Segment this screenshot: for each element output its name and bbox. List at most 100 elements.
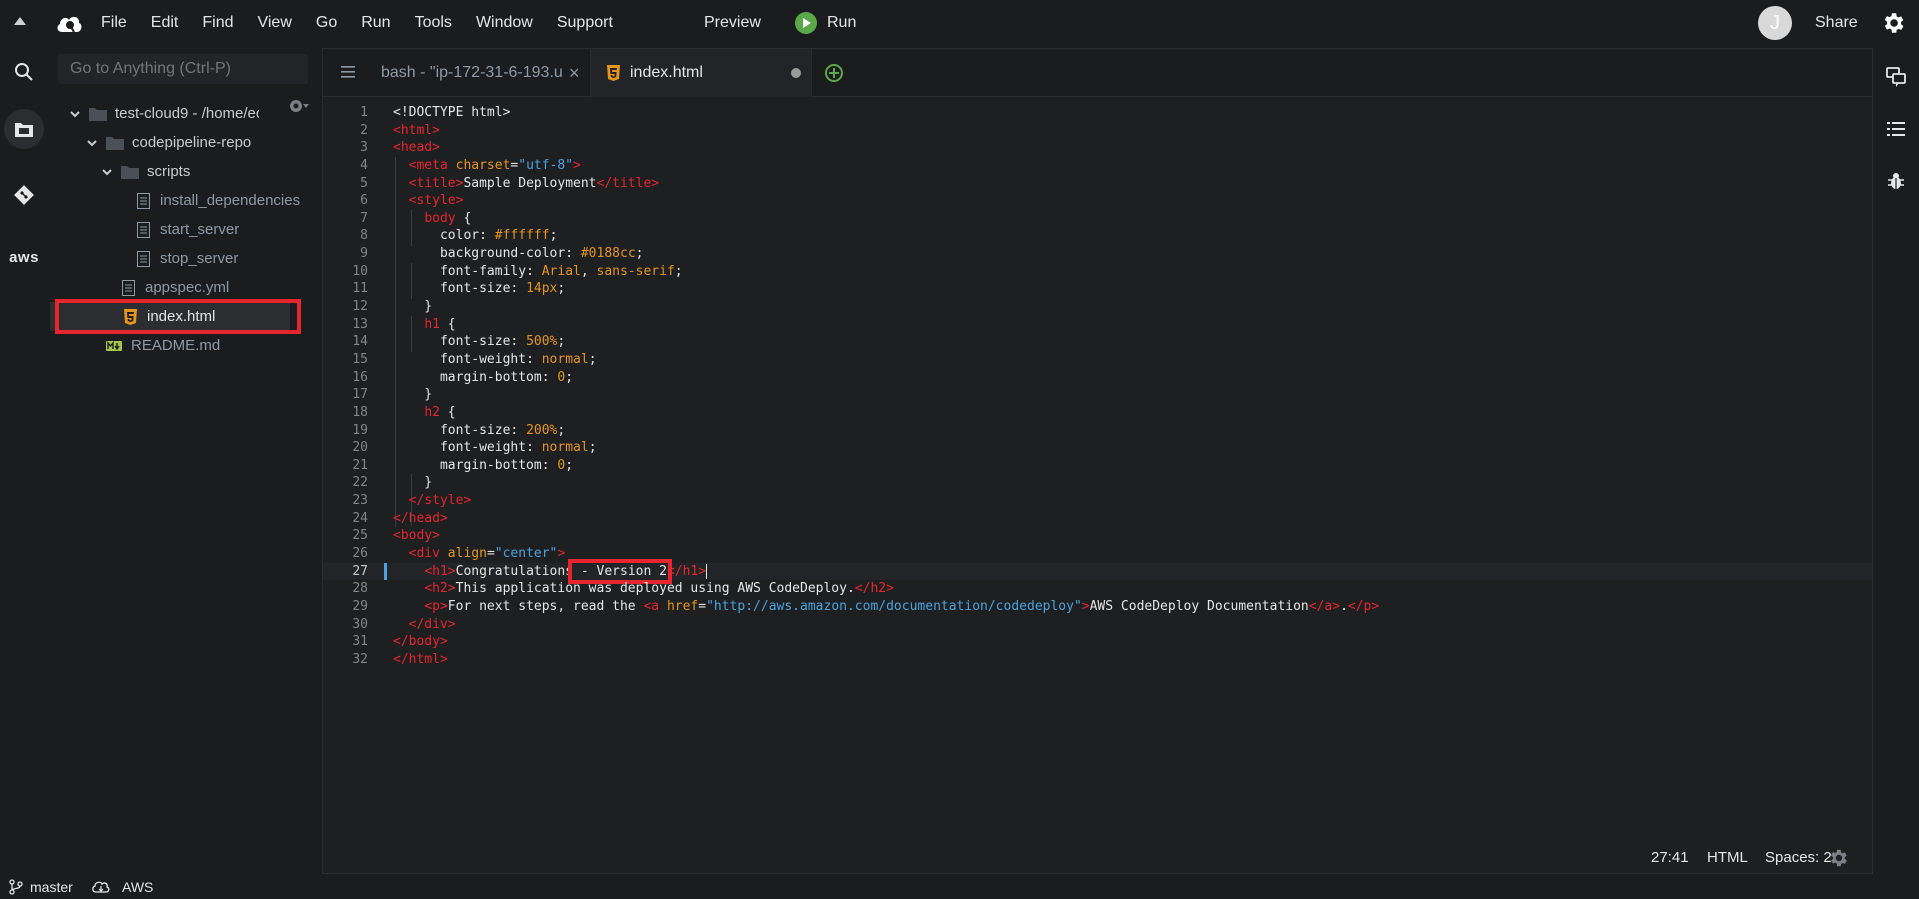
close-tab-icon[interactable]: ×	[569, 63, 580, 84]
tree-file-label: stop_server	[160, 250, 239, 267]
code-line: 7 body {	[360, 210, 472, 226]
code-line: 19 font-size: 200%;	[352, 422, 566, 438]
branch-name: master	[30, 879, 73, 895]
tree-file-label: start_server	[160, 221, 240, 238]
tree-file-start-server[interactable]: start_server	[134, 215, 239, 244]
menu-bar: File Edit Find View Go Run Tools Window …	[0, 0, 1919, 46]
code-line-current: 27 <h1>Congratulations - Version 2</h1>	[323, 558, 1872, 584]
menu-go[interactable]: Go	[316, 14, 337, 32]
html5-file-icon	[607, 65, 620, 81]
menu-edit[interactable]: Edit	[151, 14, 179, 32]
aws-rail-button[interactable]: aws	[4, 237, 44, 277]
code-line: 1 <!DOCTYPE html>	[360, 105, 511, 120]
cursor-position[interactable]: 27:41	[1651, 849, 1689, 866]
menu-file[interactable]: File	[101, 14, 127, 32]
tree-folder-label: codepipeline-repo	[132, 134, 252, 151]
tree-file-label: install_dependencies	[160, 192, 301, 209]
code-line: 10 font-family: Arial, sans-serif;	[352, 263, 683, 279]
source-control-rail-button[interactable]	[4, 175, 44, 215]
editor-settings-gear-icon[interactable]	[1827, 847, 1849, 869]
code-line: 15 font-weight: normal;	[352, 351, 597, 367]
environment-rail-button[interactable]	[4, 109, 44, 149]
code-line: 17 }	[352, 387, 433, 403]
code-line: 4 <meta charset="utf-8">	[360, 157, 581, 173]
tree-file-appspec[interactable]: appspec.yml	[119, 273, 229, 302]
code-line: 29 <p>For next steps, read the <a href="…	[352, 598, 1380, 614]
collaborate-chat-icon[interactable]	[1885, 66, 1907, 88]
tree-file-label: appspec.yml	[145, 279, 230, 296]
user-avatar[interactable]: J	[1758, 6, 1792, 40]
outline-list-icon[interactable]	[1885, 118, 1907, 140]
tree-file-install-dependencies[interactable]: install_dependencies	[134, 186, 300, 215]
indent-setting[interactable]: Spaces: 2	[1765, 849, 1832, 866]
add-tab-icon[interactable]	[825, 64, 843, 82]
code-line: 18 h2 {	[352, 404, 456, 420]
folder-icon	[106, 135, 124, 151]
play-icon	[795, 12, 817, 34]
code-line: 2 <html>	[360, 122, 440, 138]
code-editor[interactable]: 1 <!DOCTYPE html> 2 <html> 3 <head> 4 <meta…	[323, 104, 1872, 669]
menu-support[interactable]: Support	[557, 14, 613, 32]
code-line: 9 background-color: #0188cc;	[360, 246, 644, 262]
file-icon	[134, 192, 152, 209]
file-icon	[134, 250, 152, 267]
file-icon	[119, 279, 137, 296]
code-line: 21 margin-bottom: 0;	[352, 457, 574, 473]
cloud9-logo-icon[interactable]	[55, 12, 83, 34]
menu-find[interactable]: Find	[202, 14, 233, 32]
debugger-bug-icon[interactable]	[1885, 170, 1907, 192]
preview-button[interactable]: Preview	[704, 14, 761, 32]
menu-run[interactable]: Run	[361, 14, 390, 32]
code-line: 14 font-size: 500%;	[352, 334, 566, 350]
version-highlight-text: - Version 2	[568, 558, 672, 584]
folder-files-icon	[15, 123, 33, 137]
editor-tab-bar: bash - "ip-172-31-6-193.u × index.html	[323, 49, 1872, 97]
search-icon	[15, 63, 33, 81]
code-line: 16 margin-bottom: 0;	[352, 369, 574, 385]
code-line: 26 <div align="center">	[352, 546, 566, 562]
code-line: 22 }	[352, 475, 433, 491]
code-line: 24 </head>	[352, 510, 448, 526]
tab-bash-terminal[interactable]: bash - "ip-172-31-6-193.u ×	[381, 49, 589, 97]
editor-status-bar: 27:41 HTML Spaces: 2	[323, 845, 1872, 873]
tab-index-html[interactable]: index.html	[590, 49, 812, 97]
hamburger-menu-icon[interactable]	[341, 66, 355, 78]
tree-folder-scripts[interactable]: scripts	[102, 157, 190, 186]
left-icon-rail: aws	[0, 46, 48, 872]
aws-label: AWS	[122, 879, 154, 895]
menu-window[interactable]: Window	[476, 14, 533, 32]
tree-folder-codepipeline-repo[interactable]: codepipeline-repo	[87, 128, 251, 157]
language-mode[interactable]: HTML	[1707, 849, 1748, 866]
tree-settings-icon[interactable]	[288, 98, 310, 114]
run-button[interactable]: Run	[795, 12, 856, 34]
menu-tools[interactable]: Tools	[415, 14, 452, 32]
folder-icon	[121, 164, 139, 180]
tree-root-folder[interactable]: test-cloud9 - /home/ec	[70, 99, 259, 128]
tree-file-readme[interactable]: README.md	[105, 331, 220, 360]
search-rail-button[interactable]	[4, 52, 44, 92]
settings-gear-icon[interactable]	[1880, 10, 1906, 36]
go-to-anything-input[interactable]	[58, 54, 308, 84]
collapse-menu-icon[interactable]	[14, 17, 26, 25]
code-line: 12 }	[352, 299, 433, 315]
tab-bash-label: bash - "ip-172-31-6-193.u	[381, 64, 563, 81]
tab-index-label: index.html	[630, 64, 703, 81]
code-line: 5 <title>Sample Deployment</title>	[360, 175, 660, 191]
code-line: 30 </div>	[352, 616, 456, 632]
menu-view[interactable]: View	[257, 14, 291, 32]
unsaved-indicator-icon[interactable]	[791, 68, 801, 78]
folder-icon	[89, 106, 107, 122]
aws-logo: aws	[9, 248, 39, 266]
code-line: 8 color: #ffffff;	[360, 228, 558, 244]
file-icon	[134, 221, 152, 238]
git-branch-indicator[interactable]: master	[8, 879, 73, 895]
code-line: 23 </style>	[352, 493, 472, 509]
text-cursor	[706, 563, 708, 579]
aws-connection-indicator[interactable]: AWS	[92, 879, 153, 895]
code-line: 31 </body>	[352, 634, 448, 650]
share-button[interactable]: Share	[1815, 14, 1858, 32]
code-line: 13 h1 {	[352, 316, 456, 332]
code-line: 11 font-size: 14px;	[352, 281, 566, 297]
main-menu: File Edit Find View Go Run Tools Window …	[101, 0, 637, 46]
tree-file-stop-server[interactable]: stop_server	[134, 244, 238, 273]
